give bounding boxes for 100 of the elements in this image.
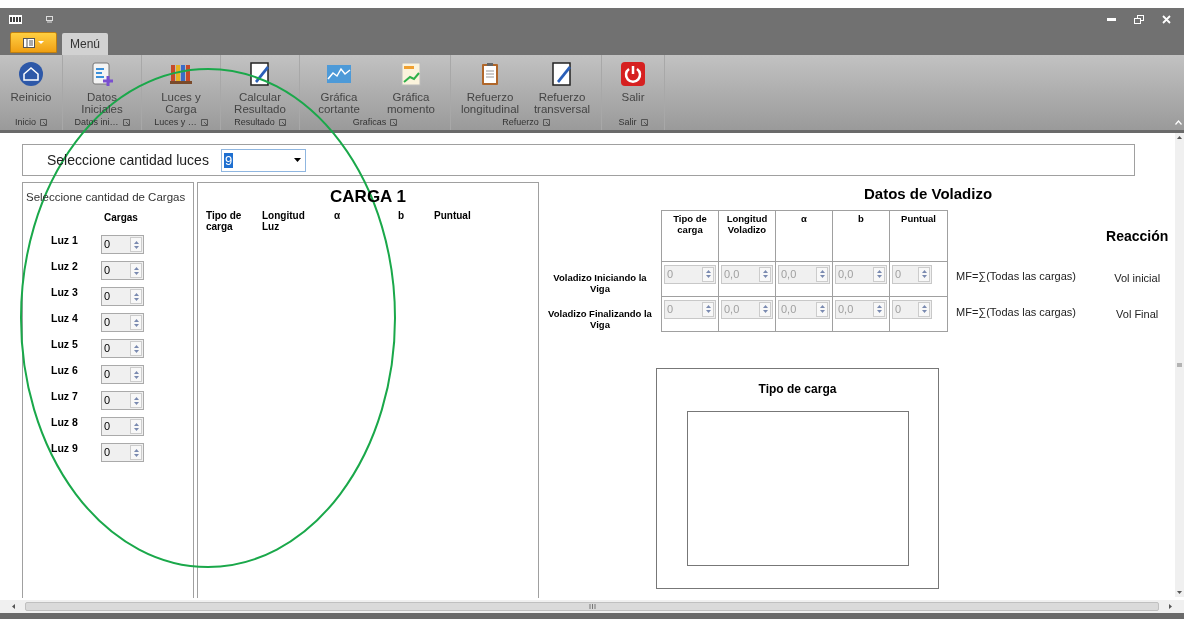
scroll-down-icon[interactable] — [1177, 591, 1182, 594]
luz-label: Luz 8 — [50, 415, 79, 431]
ribbon-tab[interactable]: Menú — [62, 33, 109, 55]
spin-value: 0 — [103, 317, 112, 329]
spin-value: 0 — [103, 239, 112, 251]
panel-icon — [23, 37, 35, 48]
dialog-launcher-icon[interactable] — [542, 119, 550, 126]
spin-value: 0 — [666, 268, 675, 280]
collapse-ribbon-icon[interactable] — [1175, 120, 1182, 125]
column-header: Puntual — [900, 211, 937, 226]
spin-arrows-icon[interactable] — [130, 341, 142, 357]
luz-label: Luz 1 — [50, 233, 79, 249]
application-menu-button[interactable] — [10, 32, 57, 53]
minimize-icon[interactable] — [1107, 17, 1116, 21]
spin-value: 0 — [103, 343, 112, 355]
ribbon-button[interactable]: Calcular Resultado — [224, 61, 296, 115]
spin-value: 0,0 — [837, 268, 855, 280]
spin-value: 0 — [894, 268, 903, 280]
spin-arrows-icon[interactable] — [130, 445, 142, 461]
spin-value: 0 — [103, 369, 112, 381]
luz-label: Luz 3 — [50, 285, 79, 301]
luz-label: Luz 6 — [50, 363, 79, 379]
spin-value: 0 — [103, 395, 112, 407]
spin-arrows-icon[interactable] — [130, 393, 142, 409]
reaction-label: Vol Final — [1116, 306, 1159, 322]
ribbon-button[interactable]: Luces y Carga — [145, 61, 217, 115]
scroll-up-icon[interactable] — [1177, 136, 1182, 139]
dropdown-arrow-icon[interactable] — [293, 158, 301, 162]
column-header: b — [857, 211, 865, 226]
scroll-grip-icon[interactable] — [588, 604, 596, 609]
spin-field[interactable]: 0 — [101, 287, 144, 307]
luz-label: Luz 9 — [50, 441, 79, 457]
ribbon-button[interactable]: Gráfica momento — [375, 61, 447, 115]
column-header: α — [334, 209, 342, 221]
spin-field[interactable]: 0 — [101, 417, 144, 437]
spin-value: 0 — [894, 303, 903, 315]
spin-value: 0,0 — [723, 303, 741, 315]
column-header: b — [398, 209, 406, 221]
spin-field[interactable]: 0 — [101, 313, 144, 333]
reaction-label: Vol inicial — [1114, 270, 1161, 286]
dropdown-value: 9 — [223, 152, 234, 168]
horizontal-scrollbar[interactable] — [0, 600, 1184, 613]
column-header: Puntual — [434, 209, 472, 221]
house-icon — [18, 61, 44, 87]
dialog-launcher-icon[interactable] — [200, 119, 208, 126]
ribbon-button[interactable]: Refuerzo transversal — [526, 61, 598, 115]
dialog-launcher-icon[interactable] — [40, 119, 47, 126]
caret-icon — [38, 41, 44, 44]
spin-field[interactable]: 0 — [101, 365, 144, 385]
spin-arrows-icon[interactable] — [130, 367, 142, 383]
spin-field[interactable]: 0 — [101, 443, 144, 463]
spin-field[interactable]: 0 — [101, 235, 144, 255]
spin-arrows-icon[interactable] — [130, 315, 142, 331]
spin-field[interactable]: 0 — [101, 261, 144, 281]
column-header: Tipo de carga — [672, 211, 708, 237]
luz-label: Luz 7 — [50, 389, 79, 405]
restore-icon[interactable] — [1134, 14, 1144, 24]
scroll-right-icon[interactable] — [1169, 604, 1172, 609]
spin-value: 0 — [103, 421, 112, 433]
dialog-launcher-icon[interactable] — [390, 119, 398, 126]
scroll-grip-icon[interactable] — [1177, 362, 1182, 368]
vertical-scrollbar[interactable] — [1175, 133, 1184, 597]
luces-dropdown[interactable]: 9 — [220, 148, 306, 172]
document-plus-icon — [89, 61, 115, 87]
dialog-launcher-icon[interactable] — [278, 119, 286, 126]
formula-text: MF=∑(Todas las cargas) — [956, 268, 1077, 284]
spin-value: 0,0 — [837, 303, 855, 315]
ribbon-button[interactable]: Gráfica cortante — [303, 61, 375, 115]
tipo-carga-title: Tipo de carga — [758, 380, 837, 398]
spin-value: 0 — [666, 303, 675, 315]
ribbon-group-label: Luces y … — [154, 115, 197, 129]
spin-field[interactable]: 0 — [101, 339, 144, 359]
spin-field[interactable]: 0 — [101, 391, 144, 411]
ribbon-button[interactable]: Reinicio — [3, 61, 59, 115]
luz-label: Luz 2 — [50, 259, 79, 275]
pin-icon[interactable] — [46, 15, 53, 23]
formula-text: MF=∑(Todas las cargas) — [956, 304, 1077, 320]
spin-value: 0,0 — [723, 268, 741, 280]
row-label: Voladizo Iniciando la Viga — [552, 270, 648, 296]
spin-arrows-icon[interactable] — [130, 237, 142, 253]
dialog-launcher-icon[interactable] — [640, 119, 648, 126]
ribbon-group-label: Refuerzo — [502, 115, 539, 129]
dialog-launcher-icon[interactable] — [122, 119, 130, 126]
row-label: Voladizo Finalizando la Viga — [548, 306, 652, 332]
scroll-left-icon[interactable] — [12, 604, 15, 609]
spin-value: 0,0 — [780, 303, 798, 315]
close-icon[interactable] — [1162, 14, 1171, 24]
spin-value: 0 — [103, 291, 112, 303]
luz-label: Luz 5 — [50, 337, 79, 353]
spin-value: 0 — [103, 447, 112, 459]
spin-arrows-icon[interactable] — [130, 289, 142, 305]
ribbon-group-label: Resultado — [234, 115, 275, 129]
spin-arrows-icon[interactable] — [130, 419, 142, 435]
ribbon-button[interactable]: Salir — [605, 61, 661, 115]
ribbon-button[interactable]: Refuerzo longitudinal — [454, 61, 526, 115]
spin-arrows-icon[interactable] — [130, 263, 142, 279]
column-header: Longitud Voladizo — [725, 211, 769, 237]
cargas-heading: Cargas — [104, 211, 139, 226]
spin-value: 0 — [103, 265, 112, 277]
ribbon-group-label: Graficas — [352, 115, 387, 129]
